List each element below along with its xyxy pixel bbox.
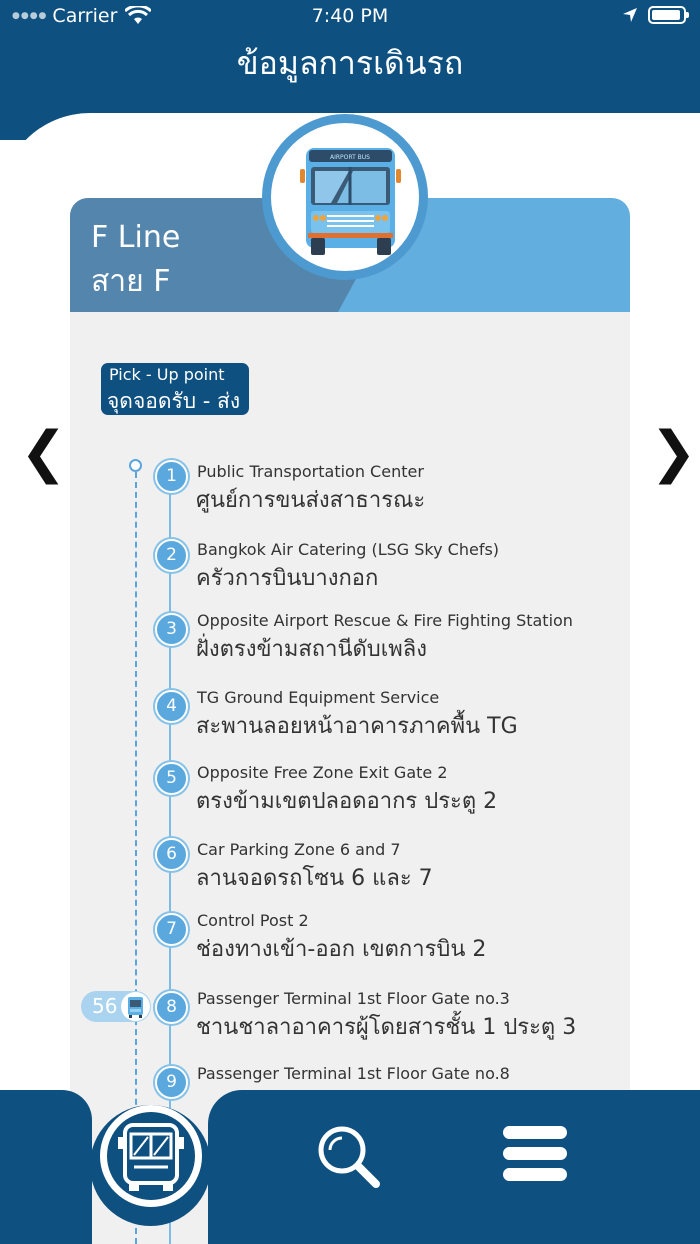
stop-number: 1 xyxy=(155,460,188,493)
status-bar: ●●●● Carrier 7:40 PM xyxy=(0,0,700,36)
stop-name-en: Passenger Terminal 1st Floor Gate no.8 xyxy=(197,1064,510,1083)
next-line-button[interactable]: ❯ xyxy=(650,420,697,485)
stop-number: 3 xyxy=(155,613,188,646)
pickup-label-en: Pick - Up point xyxy=(109,365,225,384)
stop-name-en: TG Ground Equipment Service xyxy=(197,688,440,707)
clock: 7:40 PM xyxy=(311,5,389,27)
pickup-label-th: จุดจอดรับ - ส่ง xyxy=(107,389,241,413)
stop-name-th: ครัวการบินบางกอก xyxy=(196,566,379,591)
prev-line-button[interactable]: ❮ xyxy=(20,420,67,485)
stop-name-th: ลานจอดรถโซน 6 และ 7 xyxy=(196,866,433,891)
stop-number: 6 xyxy=(155,838,188,871)
stop-number: 7 xyxy=(155,913,188,946)
search-icon[interactable] xyxy=(312,1120,386,1194)
stop-name-en: Passenger Terminal 1st Floor Gate no.3 xyxy=(197,989,510,1008)
line-name-en: F Line xyxy=(91,220,181,255)
stop-number: 8 xyxy=(155,991,188,1024)
bus-number: 56 xyxy=(92,994,118,1018)
battery-icon xyxy=(648,6,689,24)
pickup-point-label: Pick - Up point จุดจอดรับ - ส่ง xyxy=(101,363,249,415)
stop-name-th: สะพานลอยหน้าอาคารภาคพื้น TG xyxy=(196,714,518,739)
stop-name-th: ช่องทางเข้า-ออก เขตการบิน 2 xyxy=(196,937,487,962)
stop-name-en: Car Parking Zone 6 and 7 xyxy=(197,840,401,859)
status-right xyxy=(622,6,689,24)
stop-name-en: Public Transportation Center xyxy=(197,462,424,481)
stop-number: 2 xyxy=(155,539,188,572)
stop-name-th: ฝั่งตรงข้ามสถานีดับเพลิง xyxy=(196,637,428,662)
stop-name-en: Opposite Airport Rescue & Fire Fighting … xyxy=(197,611,573,630)
page-title: ข้อมูลการเดินรถ xyxy=(236,44,464,82)
stop-name-en: Opposite Free Zone Exit Gate 2 xyxy=(197,763,448,782)
line-name-th: สาย F xyxy=(91,264,171,299)
stop-number: 5 xyxy=(155,762,188,795)
bus-icon[interactable] xyxy=(112,1117,190,1195)
stop-name-th: ศูนย์การขนส่งสาธารณะ xyxy=(196,488,426,513)
stop-number: 4 xyxy=(155,690,188,723)
bus-sign: AIRPORT BUS xyxy=(330,154,370,161)
menu-icon[interactable] xyxy=(503,1126,567,1182)
stop-name-en: Bangkok Air Catering (LSG Sky Chefs) xyxy=(197,540,500,559)
mini-bus-icon xyxy=(121,992,150,1021)
airport-bus-icon: AIRPORT BUS xyxy=(300,148,401,255)
bus-illustration: AIRPORT BUS xyxy=(262,114,428,280)
bus-track-start xyxy=(129,459,142,472)
location-arrow-icon xyxy=(623,8,637,22)
stop-name-th: ชานชาลาอาคารผู้โดยสารชั้น 1 ประตู 3 xyxy=(196,1015,577,1040)
stop-name-th: ตรงข้ามเขตปลอดอากร ประตู 2 xyxy=(196,789,498,814)
bus-position-badge[interactable]: 56 xyxy=(81,991,151,1022)
stop-name-en: Control Post 2 xyxy=(197,911,309,930)
